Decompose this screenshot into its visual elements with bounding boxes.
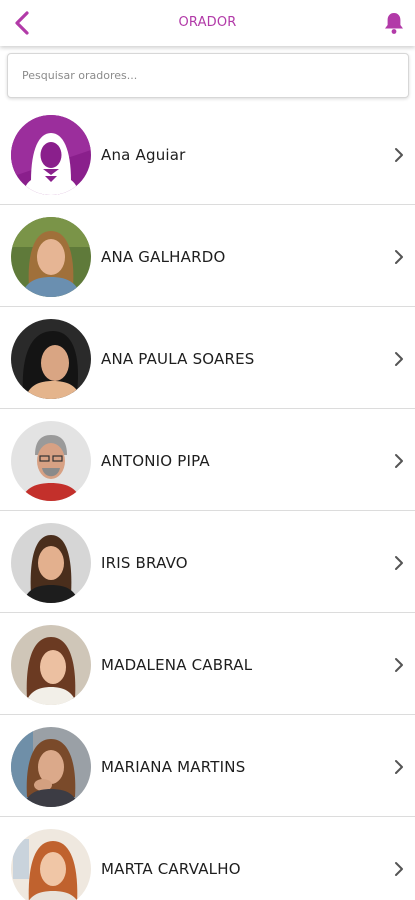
speaker-name: MARIANA MARTINS bbox=[101, 758, 246, 776]
speaker-list: Ana Aguiar ANA GALHARDO ANA PAULA SOARES… bbox=[0, 103, 415, 900]
speaker-row[interactable]: ANTONIO PIPA bbox=[0, 409, 415, 511]
avatar-photo bbox=[11, 829, 91, 900]
speaker-row[interactable]: IRIS BRAVO bbox=[0, 511, 415, 613]
speaker-row[interactable]: MARIANA MARTINS bbox=[0, 715, 415, 817]
avatar-placeholder-icon bbox=[11, 115, 91, 195]
chevron-right-icon bbox=[395, 250, 403, 264]
bell-icon[interactable] bbox=[383, 11, 405, 35]
speaker-row[interactable]: ANA GALHARDO bbox=[0, 205, 415, 307]
speaker-name: Ana Aguiar bbox=[101, 146, 186, 164]
chevron-right-icon bbox=[395, 352, 403, 366]
speaker-name: MADALENA CABRAL bbox=[101, 656, 253, 674]
speaker-row[interactable]: Ana Aguiar bbox=[0, 103, 415, 205]
search-input[interactable] bbox=[7, 53, 409, 98]
avatar-photo bbox=[11, 319, 91, 399]
speaker-row[interactable]: ANA PAULA SOARES bbox=[0, 307, 415, 409]
search-bar bbox=[7, 53, 409, 98]
speaker-name: MARTA CARVALHO bbox=[101, 860, 241, 878]
avatar-photo bbox=[11, 421, 91, 501]
speaker-name: ANA PAULA SOARES bbox=[101, 350, 255, 368]
speaker-name: IRIS BRAVO bbox=[101, 554, 188, 572]
speaker-name: ANA GALHARDO bbox=[101, 248, 226, 266]
avatar-photo bbox=[11, 727, 91, 807]
speaker-name: ANTONIO PIPA bbox=[101, 452, 210, 470]
chevron-right-icon bbox=[395, 658, 403, 672]
avatar-photo bbox=[11, 625, 91, 705]
chevron-right-icon bbox=[395, 454, 403, 468]
avatar-photo bbox=[11, 217, 91, 297]
chevron-right-icon bbox=[395, 862, 403, 876]
app-header: ORADOR bbox=[0, 0, 415, 46]
speaker-row[interactable]: MARTA CARVALHO bbox=[0, 817, 415, 900]
chevron-right-icon bbox=[395, 148, 403, 162]
chevron-right-icon bbox=[395, 556, 403, 570]
avatar-photo bbox=[11, 523, 91, 603]
page-title: ORADOR bbox=[178, 15, 237, 30]
chevron-right-icon bbox=[395, 760, 403, 774]
speaker-row[interactable]: MADALENA CABRAL bbox=[0, 613, 415, 715]
